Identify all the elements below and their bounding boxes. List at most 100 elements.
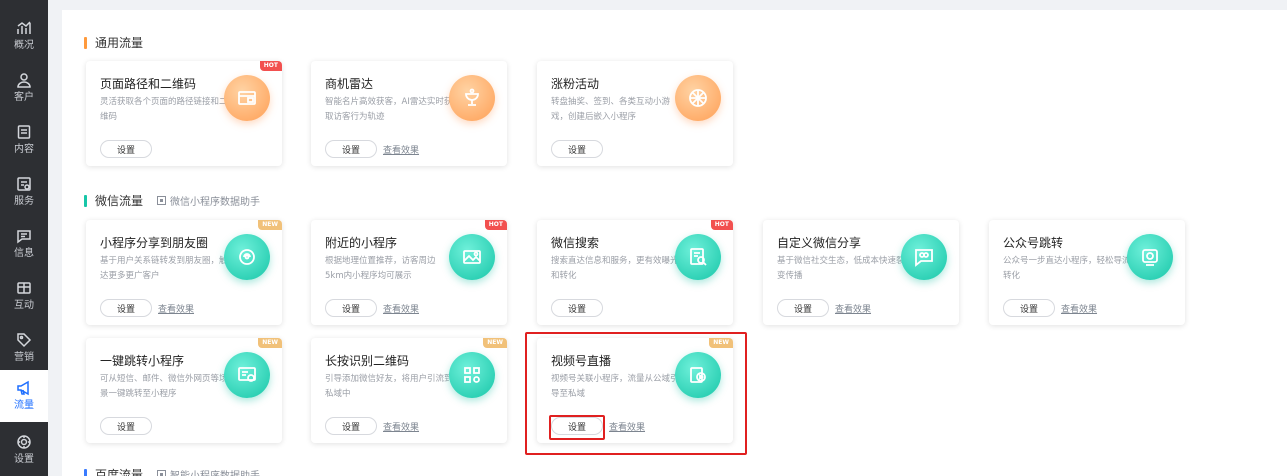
sidebar-item-label: 概况: [14, 40, 34, 51]
section-title: 百度流量: [95, 468, 144, 476]
sidebar-item-messages[interactable]: 信息: [0, 218, 48, 270]
section-accent-bar: [84, 194, 87, 207]
section-title: 微信流量: [95, 194, 144, 208]
section-wechat-traffic: 微信流量 微信小程序数据助手: [84, 192, 260, 209]
sidebar-item-label: 流量: [14, 400, 34, 411]
tag-icon: [16, 332, 32, 348]
sidebar-item-label: 客户: [14, 92, 34, 103]
card-fan-growth-activity: 涨粉活动 转盘抽奖、签到、各类互动小游戏，创建后嵌入小程序 设置: [537, 61, 733, 166]
jump-link-icon: [224, 352, 270, 398]
qrcode-icon: [157, 196, 167, 205]
card-desc: 引导添加微信好友，将用户引流到私域中: [325, 374, 453, 399]
card-title: 公众号跳转: [1003, 236, 1064, 250]
sidebar: 概况 客户 内容 服务 信息 互动 营销 流量 设置: [0, 0, 48, 476]
setup-button[interactable]: 设置: [551, 140, 603, 158]
card-title: 自定义微信分享: [777, 236, 862, 250]
setup-button[interactable]: 设置: [325, 417, 377, 435]
map-icon: [449, 234, 495, 280]
setup-button[interactable]: 设置: [100, 417, 152, 435]
document-icon: [16, 124, 32, 140]
sidebar-item-customers[interactable]: 客户: [0, 62, 48, 114]
moments-icon: [224, 234, 270, 280]
card-title: 微信搜索: [551, 236, 600, 250]
setup-button[interactable]: 设置: [1003, 299, 1055, 317]
card-business-radar: 商机雷达 智能名片高效获客，AI雷达实时获取访客行为轨迹 设置 查看效果: [311, 61, 507, 166]
setup-button[interactable]: 设置: [100, 299, 152, 317]
helper-label: 微信小程序数据助手: [170, 197, 261, 208]
chart-icon: [16, 20, 32, 36]
page-path-icon: [224, 75, 270, 121]
card-title: 附近的小程序: [325, 236, 398, 250]
sidebar-item-settings[interactable]: 设置: [0, 424, 48, 476]
megaphone-icon: [16, 380, 32, 396]
card-wechat-search: HOT 微信搜索 搜索直达信息和服务，更有效曝光和转化 设置: [537, 220, 733, 325]
sidebar-item-service[interactable]: 服务: [0, 166, 48, 218]
card-desc: 可从短信、邮件、微信外网页等场景一键跳转至小程序: [100, 374, 228, 399]
section-accent-bar: [84, 36, 87, 49]
highlight-box-setup-button: [549, 415, 605, 440]
helper-label: 智能小程序数据助手: [170, 467, 260, 476]
section-title: 通用流量: [95, 36, 144, 50]
qrcode-icon: [157, 470, 167, 476]
card-nearby-mini-program: HOT 附近的小程序 根据地理位置推荐，访客周边5km内小程序均可展示 设置 查…: [311, 220, 507, 325]
section-general-traffic: 通用流量: [84, 34, 143, 51]
qrcode-scan-icon: [449, 352, 495, 398]
setup-button[interactable]: 设置: [551, 299, 603, 317]
user-icon: [16, 72, 32, 88]
card-one-click-jump: NEW 一键跳转小程序 可从短信、邮件、微信外网页等场景一键跳转至小程序 设置: [86, 338, 282, 443]
card-desc: 公众号一步直达小程序，轻松导流转化: [1003, 256, 1131, 281]
official-account-icon: [1127, 234, 1173, 280]
setup-button[interactable]: 设置: [325, 299, 377, 317]
sidebar-item-label: 服务: [14, 196, 34, 207]
hot-badge: HOT: [259, 61, 282, 71]
setup-button[interactable]: 设置: [325, 140, 377, 158]
interact-icon: [16, 280, 32, 296]
card-title: 一键跳转小程序: [100, 354, 185, 368]
view-effect-link[interactable]: 查看效果: [1061, 302, 1097, 315]
wechat-data-assistant-link[interactable]: 微信小程序数据助手: [157, 193, 260, 208]
sidebar-item-label: 内容: [14, 144, 34, 155]
section-accent-bar: [84, 468, 87, 476]
gear-icon: [16, 434, 32, 450]
view-effect-link[interactable]: 查看效果: [383, 143, 419, 156]
sidebar-item-label: 信息: [14, 248, 34, 259]
baidu-data-assistant-link[interactable]: 智能小程序数据助手: [157, 467, 260, 476]
sidebar-item-label: 互动: [14, 300, 34, 311]
setup-button[interactable]: 设置: [777, 299, 829, 317]
card-official-account-jump: 公众号跳转 公众号一步直达小程序，轻松导流转化 设置 查看效果: [989, 220, 1185, 325]
sidebar-item-marketing[interactable]: 营销: [0, 322, 48, 374]
card-desc: 智能名片高效获客，AI雷达实时获取访客行为轨迹: [325, 97, 453, 122]
card-title: 涨粉活动: [551, 77, 600, 91]
card-desc: 基于微信社交生态，低成本快速裂变传播: [777, 256, 905, 281]
hot-badge: HOT: [710, 220, 733, 230]
chat-share-icon: [901, 234, 947, 280]
service-icon: [16, 176, 32, 192]
card-share-to-moments: NEW 小程序分享到朋友圈 基于用户关系链转发到朋友圈，触达更多更广客户 设置 …: [86, 220, 282, 325]
message-icon: [16, 228, 32, 244]
sidebar-item-label: 营销: [14, 352, 34, 363]
new-badge: NEW: [258, 338, 282, 348]
new-badge: NEW: [258, 220, 282, 230]
radar-icon: [449, 75, 495, 121]
new-badge: NEW: [483, 338, 507, 348]
view-effect-link[interactable]: 查看效果: [383, 302, 419, 315]
card-long-press-qrcode: NEW 长按识别二维码 引导添加微信好友，将用户引流到私域中 设置 查看效果: [311, 338, 507, 443]
view-effect-link[interactable]: 查看效果: [383, 420, 419, 433]
card-desc: 根据地理位置推荐，访客周边5km内小程序均可展示: [325, 256, 436, 281]
setup-button[interactable]: 设置: [100, 140, 152, 158]
view-effect-link[interactable]: 查看效果: [835, 302, 871, 315]
sidebar-item-content[interactable]: 内容: [0, 114, 48, 166]
card-custom-wechat-share: 自定义微信分享 基于微信社交生态，低成本快速裂变传播 设置 查看效果: [763, 220, 959, 325]
card-desc: 基于用户关系链转发到朋友圈，触达更多更广客户: [100, 256, 228, 281]
spin-wheel-icon: [675, 75, 721, 121]
card-title: 长按识别二维码: [325, 354, 410, 368]
card-title: 页面路径和二维码: [100, 77, 197, 91]
card-page-path-qrcode: HOT 页面路径和二维码 灵活获取各个页面的路径链接和二维码 设置: [86, 61, 282, 166]
sidebar-item-interaction[interactable]: 互动: [0, 270, 48, 322]
sidebar-item-traffic[interactable]: 流量: [0, 370, 48, 422]
sidebar-item-overview[interactable]: 概况: [0, 10, 48, 62]
view-effect-link[interactable]: 查看效果: [158, 302, 194, 315]
hot-badge: HOT: [484, 220, 507, 230]
sidebar-item-label: 设置: [14, 454, 34, 465]
main-panel: 通用流量 微信流量 微信小程序数据助手 百度流量 智能小程序数据助手 HOT 页…: [62, 10, 1287, 476]
